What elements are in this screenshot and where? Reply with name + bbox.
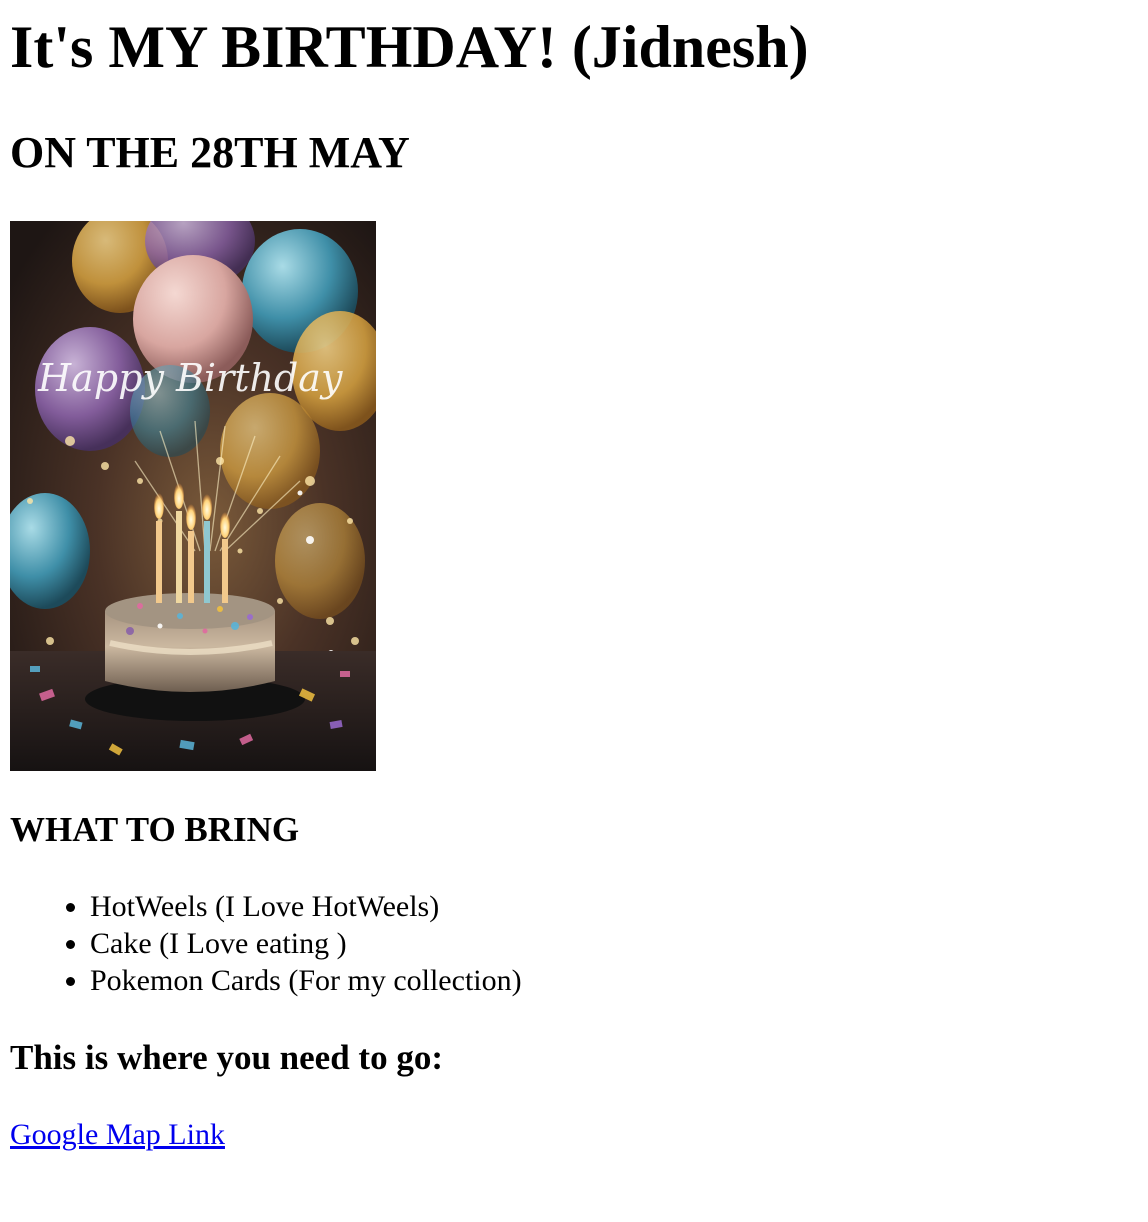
google-map-link[interactable]: Google Map Link <box>10 1116 225 1153</box>
birthday-card-image: Happy Birthday <box>10 221 376 771</box>
birthday-cake-illustration: Happy Birthday <box>10 221 376 771</box>
date-heading: ON THE 28TH MAY <box>10 128 410 177</box>
card-caption: Happy Birthday <box>37 356 343 400</box>
page-title: It's MY BIRTHDAY! (Jidnesh) <box>10 14 809 80</box>
list-item: Cake (I Love eating ) <box>90 925 522 962</box>
list-item: Pokemon Cards (For my collection) <box>90 962 522 999</box>
location-heading: This is where you need to go: <box>10 1038 443 1077</box>
list-item: HotWeels (I Love HotWeels) <box>90 888 522 925</box>
what-to-bring-heading: WHAT TO BRING <box>10 810 300 849</box>
bring-list: HotWeels (I Love HotWeels) Cake (I Love … <box>90 888 522 999</box>
